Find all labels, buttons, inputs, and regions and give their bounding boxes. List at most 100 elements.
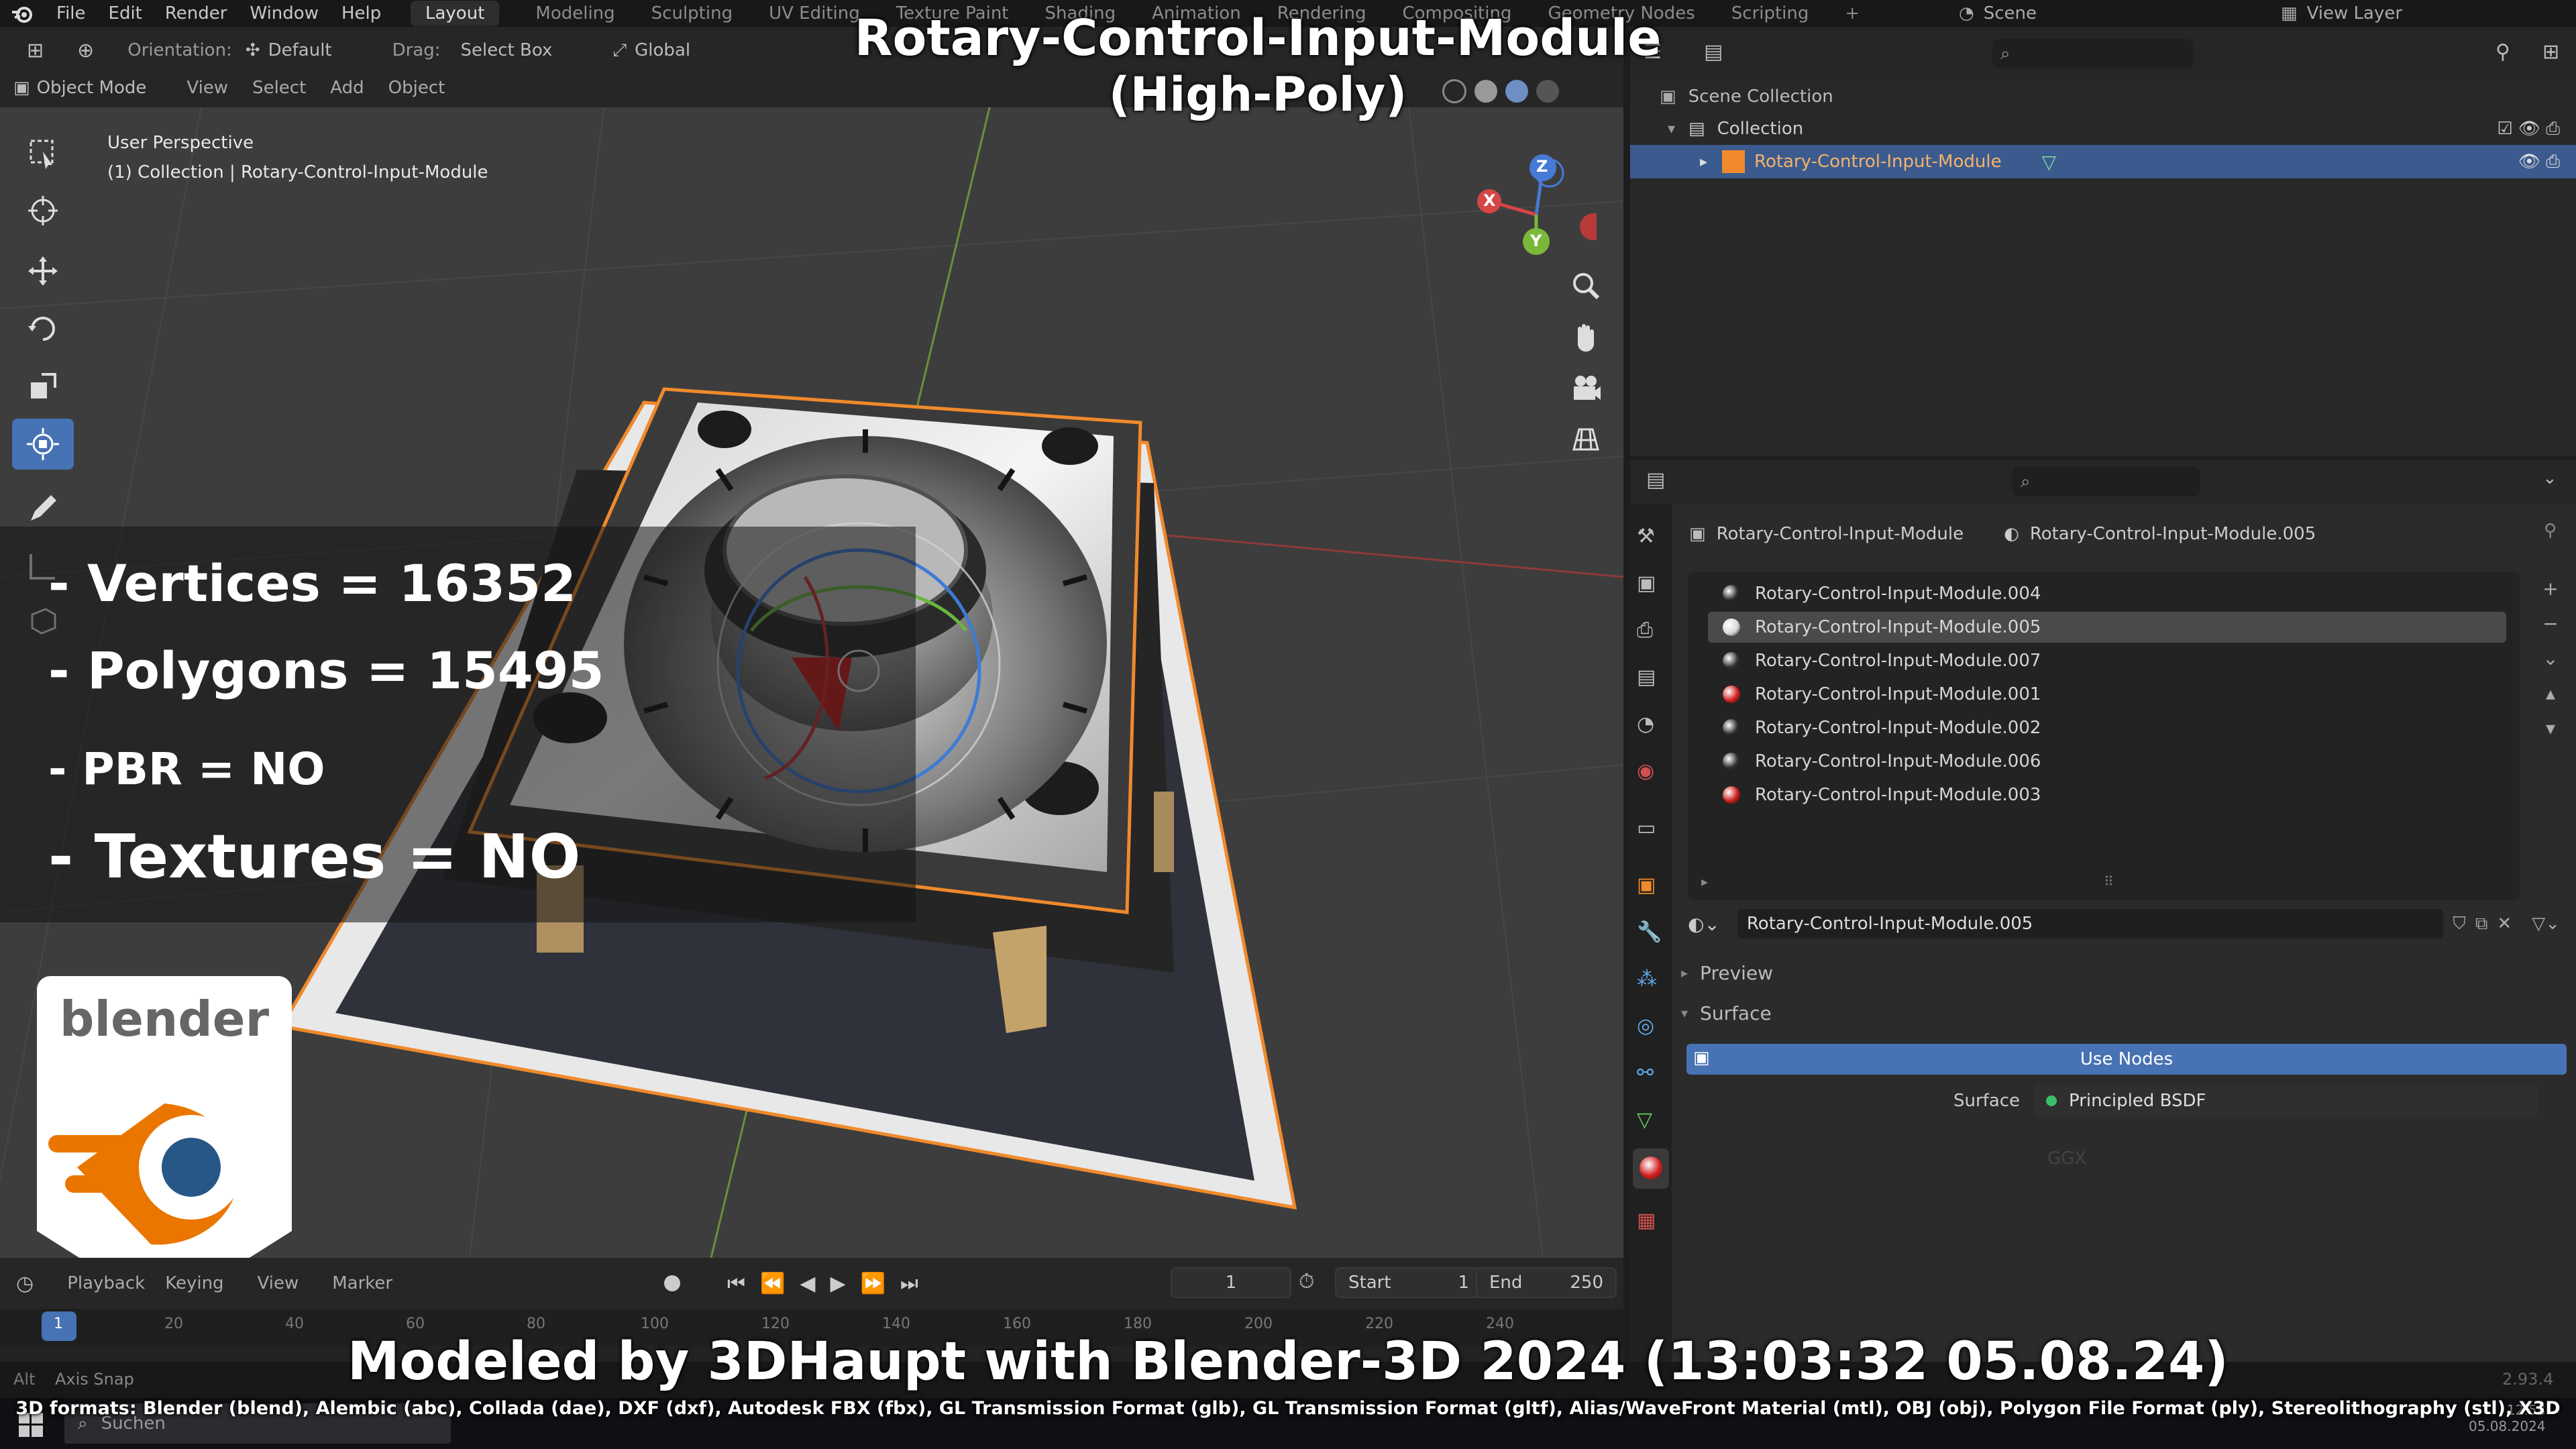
jump-start-icon[interactable]: ⏮ [727, 1272, 745, 1295]
scene-name[interactable]: Scene [1984, 3, 2037, 23]
menu-select[interactable]: Select [252, 78, 306, 98]
collection-tab-icon[interactable]: ▭ [1637, 816, 1665, 845]
constraints-tab-icon[interactable]: ⚯ [1637, 1061, 1665, 1089]
duplicate-material-icon[interactable]: ⧉ [2475, 914, 2488, 934]
jump-keyframe-back-icon[interactable]: ⏪ [760, 1272, 785, 1295]
unlink-material-icon[interactable]: ✕ [2497, 914, 2512, 934]
menu-help[interactable]: Help [341, 3, 381, 23]
render-tab-icon[interactable]: ▣ [1637, 572, 1665, 600]
list-item[interactable]: Rotary-Control-Input-Module.006 [1708, 746, 2506, 777]
particles-tab-icon[interactable]: ⁂ [1637, 967, 1665, 996]
transform-pivot-icon[interactable]: ⊕ [77, 39, 94, 62]
record-keyframe-icon[interactable] [664, 1275, 680, 1291]
menu-render[interactable]: Render [165, 3, 227, 23]
blender-menu-icon[interactable] [11, 3, 34, 25]
properties-editor-icon[interactable]: ▤ [1646, 468, 1665, 492]
world-tab-icon[interactable]: ◉ [1637, 759, 1665, 788]
ortho-grid-icon[interactable] [1568, 421, 1609, 472]
material-tab[interactable] [1633, 1148, 1669, 1189]
filter-icon[interactable]: ⚲ [2496, 40, 2510, 64]
mesh-data-icon[interactable]: ▽ [2042, 151, 2057, 173]
menu-add[interactable]: Add [330, 78, 364, 98]
camera-view-icon[interactable] [1568, 370, 1609, 421]
drag-select[interactable]: Select Box [461, 40, 553, 60]
menu-keying[interactable]: Keying [165, 1273, 223, 1293]
list-item[interactable]: Rotary-Control-Input-Module.003 [1708, 780, 2506, 810]
list-item-selected[interactable]: Rotary-Control-Input-Module.005 [1708, 612, 2506, 643]
start-frame-field[interactable]: Start 1 [1335, 1267, 1483, 1298]
tool-move[interactable] [12, 246, 74, 297]
editor-type-icon[interactable]: ⊞ [27, 39, 44, 62]
collection-visibility-icons[interactable]: ☑ 👁 ⎙ [2497, 119, 2560, 140]
outliner-search-input[interactable]: ⌕ [1992, 39, 2194, 68]
add-workspace-icon[interactable]: + [1845, 3, 1860, 23]
tool-select-box[interactable] [12, 127, 74, 178]
tab-sculpting[interactable]: Sculpting [651, 3, 733, 23]
display-mode-icon[interactable]: ▤ [1704, 40, 1723, 64]
scene-tab-icon[interactable]: ◔ [1637, 712, 1665, 741]
list-item[interactable]: Rotary-Control-Input-Module.007 [1708, 645, 2506, 676]
menu-file[interactable]: File [56, 3, 86, 23]
current-frame-field[interactable]: 1 [1171, 1267, 1291, 1298]
move-slot-down-icon[interactable]: ▾ [2537, 711, 2564, 746]
surface-panel-header[interactable]: ▾ Surface [1681, 998, 1772, 1028]
texture-tab-icon[interactable]: ▦ [1637, 1209, 1665, 1237]
collection-expand-icon[interactable]: ▾ [1668, 121, 1675, 138]
material-name-field[interactable]: Rotary-Control-Input-Module.005 [1737, 909, 2444, 938]
link-type-icon[interactable]: ▽⌄ [2532, 914, 2560, 934]
orientation-select[interactable]: Default [268, 40, 332, 60]
new-collection-icon[interactable]: ⊞ [2542, 40, 2559, 64]
tool-cursor[interactable] [12, 185, 74, 236]
tool-scale[interactable] [12, 361, 74, 412]
view-layer-tab-icon[interactable]: ▤ [1637, 665, 1665, 694]
list-resize-handle[interactable]: ⠿ [2104, 873, 2114, 890]
play-reverse-icon[interactable]: ◀ [800, 1272, 815, 1295]
data-tab-icon[interactable]: ▽ [1637, 1108, 1665, 1136]
navigation-gizmo[interactable]: Z X Y [1462, 141, 1607, 275]
add-slot-icon[interactable]: + [2537, 572, 2564, 606]
object-row[interactable]: ▸ Rotary-Control-Input-Module ▽ 👁 ⎙ [1630, 145, 2576, 178]
tool-rotate[interactable] [12, 303, 74, 354]
pan-hand-icon[interactable] [1568, 319, 1609, 370]
jump-keyframe-forward-icon[interactable]: ⏩ [861, 1272, 885, 1295]
end-frame-field[interactable]: End 250 [1476, 1267, 1617, 1298]
tab-modeling[interactable]: Modeling [535, 3, 614, 23]
browse-material-icon[interactable]: ◐⌄ [1688, 913, 1720, 935]
object-mode-select[interactable]: Object Mode [37, 78, 147, 98]
list-item[interactable]: Rotary-Control-Input-Module.004 [1708, 578, 2506, 609]
menu-marker[interactable]: Marker [332, 1273, 392, 1293]
object-expand-icon[interactable]: ▸ [1700, 154, 1707, 170]
transform-space-select[interactable]: Global [635, 40, 690, 60]
jump-end-icon[interactable]: ⏭ [900, 1272, 918, 1295]
menu-view[interactable]: View [186, 78, 228, 98]
use-nodes-button[interactable]: ▣ Use Nodes [1686, 1044, 2567, 1075]
preview-panel-header[interactable]: ▸ Preview [1681, 958, 1773, 987]
play-icon[interactable]: ▶ [830, 1272, 845, 1295]
fake-user-icon[interactable]: ⛉ [2453, 914, 2466, 934]
move-slot-up-icon[interactable]: ▴ [2537, 676, 2564, 711]
stopwatch-icon[interactable]: ⏱ [1299, 1270, 1314, 1293]
remove-slot-icon[interactable]: − [2537, 606, 2564, 641]
properties-search-input[interactable]: ⌕ [2012, 467, 2200, 496]
tab-layout[interactable]: Layout [411, 1, 500, 26]
modifier-tab-icon[interactable]: 🔧 [1637, 920, 1665, 949]
output-tab-icon[interactable]: ⎙ [1637, 619, 1665, 647]
collection-row[interactable]: ▾ ▤ Collection ☑ 👁 ⎙ [1668, 113, 2560, 145]
list-item[interactable]: Rotary-Control-Input-Module.002 [1708, 712, 2506, 743]
menu-window[interactable]: Window [250, 3, 319, 23]
pin-icon[interactable]: ⚲ [2544, 521, 2557, 541]
view-layer-name[interactable]: View Layer [2307, 3, 2402, 23]
tab-scripting[interactable]: Scripting [1731, 3, 1809, 23]
chevron-down-icon[interactable]: ⌄ [2542, 468, 2557, 488]
physics-tab-icon[interactable]: ◎ [1637, 1014, 1665, 1042]
menu-playback[interactable]: Playback [67, 1273, 145, 1293]
scene-collection-row[interactable]: ▣ Scene Collection [1660, 80, 1833, 113]
menu-object[interactable]: Object [388, 78, 445, 98]
list-expand-icon[interactable]: ▸ [1701, 873, 1708, 890]
tool-transform[interactable] [12, 419, 74, 470]
menu-edit[interactable]: Edit [109, 3, 142, 23]
menu-timeline-view[interactable]: View [258, 1273, 299, 1293]
object-tab-icon[interactable]: ▣ [1637, 873, 1665, 902]
timeline-editor-icon[interactable]: ◷ [16, 1272, 34, 1295]
tool-tab-icon[interactable]: ⚒ [1637, 525, 1665, 553]
